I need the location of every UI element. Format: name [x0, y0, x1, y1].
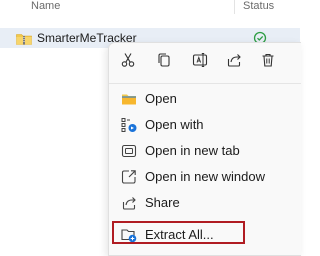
- copy-button[interactable]: [153, 51, 175, 73]
- menu-item-open-new-tab[interactable]: Open in new tab: [111, 138, 299, 164]
- menu-item-label: Open in new tab: [145, 143, 240, 158]
- context-menu-toolbar: [109, 43, 301, 79]
- column-header-status[interactable]: Status: [243, 0, 274, 12]
- new-window-icon: [121, 169, 137, 185]
- menu-item-share[interactable]: Share: [111, 190, 299, 216]
- rename-icon: [192, 52, 208, 73]
- delete-icon: [260, 52, 276, 73]
- menu-item-label: Open in new window: [145, 169, 265, 184]
- column-header-name[interactable]: Name: [31, 0, 60, 12]
- share-icon: [121, 195, 137, 211]
- new-tab-icon: [121, 143, 137, 159]
- file-list-header: Name Status: [0, 0, 300, 20]
- column-divider[interactable]: [234, 0, 235, 14]
- menu-item-label: Share: [145, 195, 180, 210]
- menu-item-open-new-window[interactable]: Open in new window: [111, 164, 299, 190]
- menu-item-open-with[interactable]: Open with: [111, 112, 299, 138]
- cut-icon: [120, 52, 136, 73]
- menu-item-label: Open: [145, 91, 177, 106]
- menu-item-open[interactable]: Open: [111, 86, 299, 112]
- copy-icon: [156, 52, 172, 73]
- open-with-icon: [121, 117, 137, 133]
- highlight-annotation-box: [112, 221, 245, 244]
- share-icon: [226, 52, 242, 73]
- rename-button[interactable]: [189, 51, 211, 73]
- menu-separator: [109, 83, 301, 84]
- zip-folder-icon: [16, 32, 32, 45]
- folder-icon: [121, 91, 137, 107]
- delete-button[interactable]: [257, 51, 279, 73]
- cut-button[interactable]: [117, 51, 139, 73]
- menu-item-label: Open with: [145, 117, 204, 132]
- share-button[interactable]: [223, 51, 245, 73]
